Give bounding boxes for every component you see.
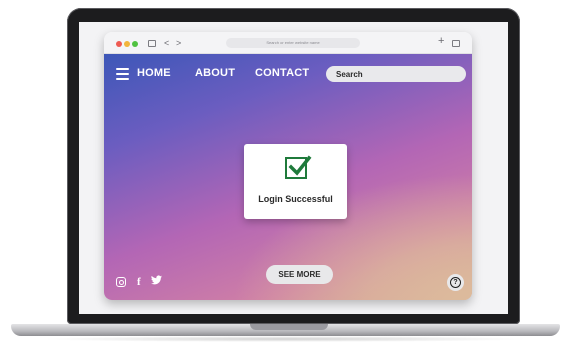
maximize-window-button[interactable]	[132, 41, 138, 47]
twitter-icon[interactable]	[151, 275, 162, 288]
help-button[interactable]: ?	[447, 274, 464, 291]
hamburger-menu-icon[interactable]	[116, 68, 129, 80]
instagram-icon[interactable]	[116, 277, 126, 287]
browser-toolbar: < > Search or enter website name +	[104, 32, 472, 54]
back-arrow-icon[interactable]: <	[164, 38, 169, 48]
facebook-icon[interactable]: f	[137, 276, 141, 288]
nav-link-about[interactable]: ABOUT	[195, 67, 235, 79]
nav-link-contact[interactable]: CONTACT	[255, 67, 309, 79]
web-page: HOME ABOUT CONTACT Login Successful f SE…	[104, 54, 472, 300]
see-more-button[interactable]: SEE MORE	[266, 265, 333, 284]
login-success-card: Login Successful	[244, 144, 347, 219]
address-bar[interactable]: Search or enter website name	[226, 38, 360, 48]
forward-arrow-icon[interactable]: >	[176, 38, 181, 48]
close-window-button[interactable]	[116, 41, 122, 47]
browser-window: < > Search or enter website name + HOME …	[104, 32, 472, 300]
search-input[interactable]	[326, 66, 466, 82]
sidebar-toggle-icon[interactable]	[148, 40, 156, 47]
nav-link-home[interactable]: HOME	[137, 67, 171, 79]
new-tab-icon[interactable]: +	[438, 36, 444, 47]
login-success-message: Login Successful	[258, 194, 333, 204]
laptop-mockup: < > Search or enter website name + HOME …	[0, 0, 561, 345]
checkbox-checked-icon	[285, 155, 312, 179]
top-navigation: HOME ABOUT CONTACT	[104, 54, 472, 92]
question-mark-icon: ?	[450, 277, 461, 288]
minimize-window-button[interactable]	[124, 41, 130, 47]
tab-overview-icon[interactable]	[452, 40, 460, 47]
laptop-notch	[250, 324, 328, 330]
laptop-shadow	[40, 336, 530, 342]
